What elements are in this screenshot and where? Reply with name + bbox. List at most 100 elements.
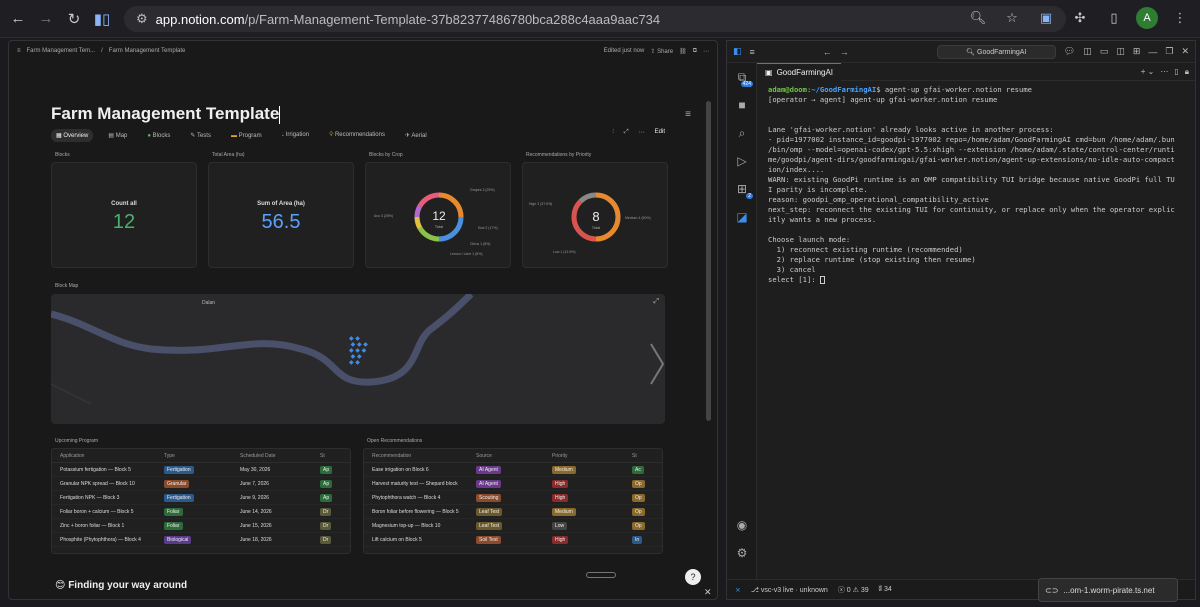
extensions-icon[interactable]: ✣ — [1068, 6, 1092, 30]
url-path: /p/Farm-Management-Template-37b823774867… — [244, 11, 661, 27]
link-icon[interactable]: ⛓ — [679, 48, 687, 55]
table-row[interactable]: Ease irrigation on Block 6 AI Agent Medium… — [364, 463, 662, 477]
table-row[interactable]: Magnesium top-up — Block 10 Leaf Test Low O… — [364, 519, 662, 533]
rec-donut-card[interactable]: 8 Total High 3 (37.5%) Medium 4 (50%) Lo… — [522, 162, 668, 268]
terminal-output[interactable]: adam@doom:~/GoodFarmingAI$ agent-up gfai… — [768, 85, 1191, 285]
toc-icon[interactable]: ≡ — [685, 109, 691, 120]
command-center-search[interactable]: 🔍︎ GoodFarmingAI — [936, 44, 1056, 59]
duplicate-icon[interactable]: ⧉ — [693, 48, 697, 55]
more-icon[interactable]: ⋯ — [703, 48, 709, 55]
tab-blocks[interactable]: ● Blocks — [142, 130, 175, 142]
nav-forward-icon[interactable]: → — [840, 47, 849, 57]
share-button[interactable]: ⇪ Share — [650, 48, 673, 55]
table-row[interactable]: Boron foliar before flowering — Block 5L… — [364, 505, 662, 519]
new-terminal-icon[interactable]: + ⌄ — [1141, 67, 1155, 77]
search-magnifier-icon[interactable]: ⌕ — [727, 119, 757, 147]
run-debug-icon[interactable]: ▷ — [727, 147, 757, 175]
area-card[interactable]: Sum of Area (ha) 56.5 — [208, 162, 354, 268]
translate-extension-icon[interactable]: ▣ — [1034, 6, 1058, 30]
terminal-tab[interactable]: ▣ GoodFarmingAI — [757, 62, 842, 81]
explorer-icon[interactable]: ⧉ 424 — [727, 63, 757, 91]
page-title[interactable]: Farm Management Template — [51, 104, 281, 124]
bookmark-star-icon[interactable]: ☆ — [1000, 6, 1024, 30]
remote-status[interactable]: ⎇ vsc-v3 live · unknown — [751, 586, 828, 594]
tab-overview[interactable]: ▦ Overview — [51, 129, 94, 142]
chat-icon[interactable]: 💬︎ — [1064, 46, 1075, 57]
tab-recommendations[interactable]: 💡︎ Recommendations — [324, 129, 390, 142]
breadcrumb-2[interactable]: Farm Management Template — [109, 48, 186, 54]
map-fullscreen-icon[interactable]: ⤢ — [653, 298, 659, 306]
restore-icon[interactable]: ❐ — [1165, 46, 1173, 57]
getting-started-hint[interactable]: 😊︎ Finding your way around — [55, 580, 187, 591]
split-terminal-icon[interactable]: ▯ — [1174, 67, 1178, 77]
table-row[interactable]: Potassium fertigation — Block 5 Fertigati… — [52, 463, 350, 477]
table-row[interactable]: Zinc + boron foliar — Block 1 Foliar June … — [52, 519, 350, 533]
settings-gear-icon[interactable]: ⚙ — [727, 539, 757, 567]
remote-indicator-icon[interactable]: ⨯ — [735, 586, 741, 594]
col-source[interactable]: Source — [476, 453, 552, 459]
address-bar[interactable]: ⚙ app.notion.com /p/Farm-Management-Temp… — [124, 6, 1066, 32]
search-icon[interactable]: ■ — [727, 91, 757, 119]
layout-panel-icon[interactable]: ▭ — [1100, 46, 1109, 57]
site-info-icon[interactable]: ⚙ — [136, 11, 148, 27]
customize-layout-icon[interactable]: ⊞ — [1133, 46, 1141, 57]
table-row[interactable]: Foliar boron + calcium — Block 5 Foliar Ju… — [52, 505, 350, 519]
table-row[interactable]: Phosphite (Phytophthora) — Block 4 Biolog… — [52, 533, 350, 547]
extensions-view-icon[interactable]: ⊞ 2 — [727, 175, 757, 203]
remote-host-toast[interactable]: ⊂⊃ ...om-1.worm-pirate.ts.net — [1038, 578, 1178, 602]
expand-icon[interactable]: ⤢ — [624, 129, 629, 136]
crop-donut-card[interactable]: 12 Total Grapes 3 (25%) Avo 3 (25%) Kiwi… — [365, 162, 511, 268]
terminal-icon: ▣ — [765, 67, 773, 77]
reload-icon[interactable]: ↻ — [60, 5, 88, 33]
col-type[interactable]: Type — [164, 453, 240, 459]
tab-program[interactable]: ▬ Program — [226, 130, 267, 142]
block-map[interactable]: Dalan ◆ ◆ ◆ ◆ ◆ ◆ ◆ ◆ ◆ ◆ ◆ ◆ ⤢ — [51, 294, 665, 424]
col-status[interactable]: St — [632, 453, 652, 459]
col-priority[interactable]: Priority — [552, 453, 632, 459]
terminal-more-icon[interactable]: ⋯ — [1160, 67, 1168, 77]
tab-map[interactable]: ▤ Map — [103, 129, 132, 142]
table-row[interactable]: Phytophthora watch — Block 4 Scouting High… — [364, 491, 662, 505]
sidebar-icon[interactable]: ▯ — [1102, 6, 1126, 30]
back-icon[interactable]: ← — [4, 5, 32, 33]
tab-aerial[interactable]: ✈ Aerial — [400, 129, 432, 142]
filter-icon[interactable]: ⫶ — [612, 129, 614, 136]
problems-status[interactable]: ⓧ 0 ⚠ 39 — [838, 585, 869, 595]
map-pins[interactable]: ◆ ◆ ◆ ◆ ◆ ◆ ◆ ◆ ◆ ◆ ◆ ◆ — [349, 336, 379, 370]
window-close-icon[interactable]: ✕ — [1181, 46, 1189, 57]
zoom-icon[interactable]: 🔍︎ — [966, 6, 990, 30]
profile-avatar[interactable]: A — [1136, 7, 1158, 29]
table-row[interactable]: Harvest maturity test — Shepard block AI … — [364, 477, 662, 491]
table-row[interactable]: Granular NPK spread — Block 10 Granular Ju… — [52, 477, 350, 491]
page-scroll-indicator[interactable] — [586, 572, 616, 578]
page-scrollbar[interactable] — [706, 101, 711, 421]
minimize-icon[interactable]: — — [1148, 47, 1157, 57]
col-status[interactable]: St — [320, 453, 340, 459]
table-row[interactable]: Lift calcium on Block 5 Soil Test High In — [364, 533, 662, 547]
menu-kebab-icon[interactable]: ⋮ — [1168, 6, 1192, 30]
help-icon[interactable]: ? — [685, 569, 701, 585]
blocks-card[interactable]: Count all 12 — [51, 162, 197, 268]
sidebar-toggle-icon[interactable]: ≡ — [17, 48, 21, 54]
col-recommendation[interactable]: Recommendation — [364, 453, 476, 459]
col-date[interactable]: Scheduled Date — [240, 453, 320, 459]
rec-total-label: Total — [592, 225, 601, 230]
split-view-icon[interactable]: ▮▯ — [88, 5, 116, 33]
col-application[interactable]: Application — [52, 453, 164, 459]
view-more-icon[interactable]: ⋯ — [639, 129, 645, 136]
lock-icon[interactable]: 🔒︎ — [1185, 67, 1189, 77]
close-split-icon[interactable]: ✕ — [704, 587, 712, 598]
forward-icon[interactable]: → — [32, 5, 60, 33]
tab-irrigation[interactable]: 💧︎ Irrigation — [277, 129, 314, 142]
layout-sidebar-icon[interactable]: ◫ — [1083, 46, 1092, 57]
nav-back-icon[interactable]: ← — [823, 47, 832, 57]
account-icon[interactable]: ◉ — [727, 511, 757, 539]
breadcrumb-1[interactable]: Farm Management Tem... — [27, 48, 96, 54]
tab-tests[interactable]: ✎ Tests — [185, 129, 216, 142]
table-row[interactable]: Fertigation NPK — Block 3 Fertigation June… — [52, 491, 350, 505]
remote-explorer-icon[interactable]: ◪ — [727, 203, 757, 231]
menu-icon[interactable]: ≡ — [750, 47, 755, 57]
ports-status[interactable]: ʬ 34 — [879, 586, 892, 593]
layout-secondary-icon[interactable]: ◫ — [1116, 46, 1125, 57]
edit-button[interactable]: Edit — [655, 129, 665, 136]
